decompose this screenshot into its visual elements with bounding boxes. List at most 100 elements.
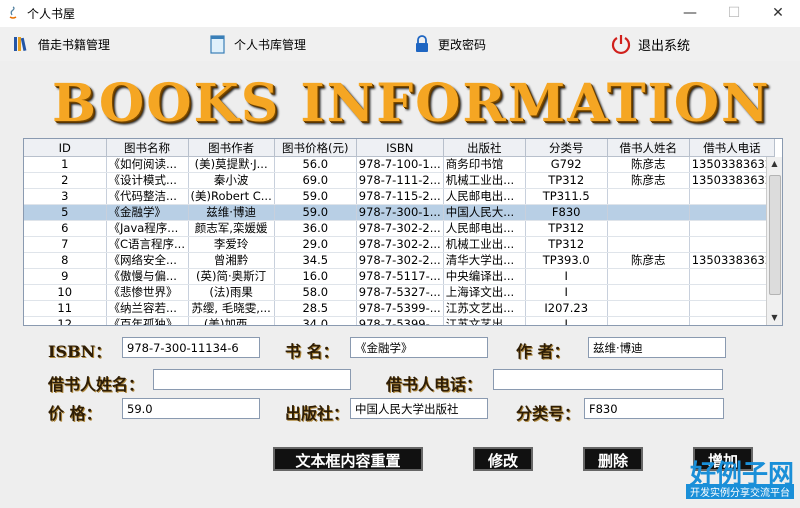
table-cell: 2 <box>24 172 107 189</box>
table-cell <box>607 188 690 205</box>
table-cell: 59.0 <box>274 188 357 205</box>
table-cell: 陈彦志 <box>607 252 690 269</box>
table-cell: 978-7-5399-... <box>356 316 444 325</box>
column-header[interactable]: 借书人电话 <box>689 139 776 157</box>
publisher-input[interactable] <box>350 398 488 419</box>
borrower-name-label: 借书人姓名： <box>48 375 145 394</box>
books-table[interactable]: ID 图书名称 图书作者 图书价格(元) ISBN 出版社 分类号 借书人姓名 借书人电话 1 《… <box>23 138 783 326</box>
table-cell: 陈彦志 <box>607 156 690 173</box>
table-row[interactable]: 9 《傲慢与偏... (英)简·奥斯汀 16.0 978-7-5117-... 中央编译出… <box>24 268 776 285</box>
lock-icon <box>416 35 428 52</box>
vertical-scrollbar[interactable]: ▲ ▼ <box>766 157 782 325</box>
table-cell: TP312 <box>525 172 608 189</box>
maximize-button[interactable]: ☐ <box>712 0 756 27</box>
isbn-input[interactable] <box>122 337 260 358</box>
table-cell: 清华大学出... <box>443 252 526 269</box>
scroll-thumb[interactable] <box>769 175 781 295</box>
banner-title: BOOKS INFORMATION <box>52 73 771 134</box>
column-header[interactable]: 分类号 <box>525 139 608 157</box>
table-cell: TP393.0 <box>525 252 608 269</box>
table-cell: 978-7-302-2... <box>356 220 444 237</box>
column-header[interactable]: 图书名称 <box>106 139 189 157</box>
table-cell <box>689 268 776 285</box>
menu-label: 借走书籍管理 <box>38 37 111 52</box>
table-row[interactable]: 8 《网络安全... 曾湘黔 34.5 978-7-302-2... 清华大学出... TP… <box>24 252 776 269</box>
table-cell: 商务印书馆 <box>443 156 526 173</box>
table-cell: 《纳兰容若... <box>106 300 189 317</box>
column-header[interactable]: 图书作者 <box>188 139 275 157</box>
table-cell: 中央编译出... <box>443 268 526 285</box>
table-cell: 苏缨, 毛晓雯,... <box>188 300 275 317</box>
publisher-label: 出版社： <box>285 404 350 423</box>
table-cell: 机械工业出... <box>443 236 526 253</box>
table-row[interactable]: 5 《金融学》 兹维·博迪 59.0 978-7-300-1... 中国人民大... F83… <box>24 204 776 221</box>
table-row[interactable]: 6 《Java程序... 颜志军,栾媛媛 36.0 978-7-302-2... 人民邮电… <box>24 220 776 237</box>
table-cell <box>689 300 776 317</box>
table-cell: 69.0 <box>274 172 357 189</box>
title-input[interactable] <box>350 337 488 358</box>
borrower-name-input[interactable] <box>153 369 351 390</box>
table-cell: (英)简·奥斯汀 <box>188 268 275 285</box>
exit-system-menu[interactable]: 退出系统 <box>610 30 690 58</box>
table-row[interactable]: 3 《代码整洁... (美)Robert C... 59.0 978-7-115-2..… <box>24 188 776 205</box>
main-panel: BOOKS INFORMATION ID 图书名称 图书作者 图书价格(元) ISBN 出… <box>0 61 800 508</box>
table-cell: 13503383632 <box>689 156 776 173</box>
table-cell: (美)Robert C... <box>188 188 275 205</box>
column-header[interactable]: 图书价格(元) <box>274 139 357 157</box>
java-app-icon <box>9 6 17 19</box>
category-label: 分类号： <box>516 404 581 423</box>
price-input[interactable] <box>122 398 260 419</box>
table-cell: 《C语言程序... <box>106 236 189 253</box>
table-row[interactable]: 1 《如何阅读... (美)莫提默·J... 56.0 978-7-100-1... 商务… <box>24 156 776 173</box>
reset-fields-button[interactable]: 文本框内容重置 <box>273 447 423 471</box>
table-cell: I <box>525 316 608 325</box>
toolbar: 借走书籍管理 个人书库管理 更改密码 退出系统 <box>0 27 800 61</box>
category-input[interactable] <box>584 398 724 419</box>
table-cell: 29.0 <box>274 236 357 253</box>
table-row[interactable]: 2 《设计模式... 秦小波 69.0 978-7-111-2... 机械工业出... TP… <box>24 172 776 189</box>
scroll-up-icon[interactable]: ▲ <box>767 157 782 171</box>
table-cell: 《网络安全... <box>106 252 189 269</box>
table-cell: 13503383632 <box>689 252 776 269</box>
borrower-phone-input[interactable] <box>493 369 723 390</box>
table-cell <box>689 316 776 325</box>
table-cell: I207.23 <box>525 300 608 317</box>
author-input[interactable] <box>588 337 726 358</box>
personal-library-menu[interactable]: 个人书库管理 <box>208 30 306 58</box>
column-header[interactable]: ISBN <box>356 139 444 157</box>
table-cell: TP312 <box>525 236 608 253</box>
table-cell: 978-7-300-1... <box>356 204 444 221</box>
table-cell: 人民邮电出... <box>443 188 526 205</box>
table-cell: TP312 <box>525 220 608 237</box>
scroll-down-icon[interactable]: ▼ <box>767 311 782 325</box>
table-cell: 978-7-5327-... <box>356 284 444 301</box>
power-icon <box>611 35 631 55</box>
table-cell: 11 <box>24 300 107 317</box>
table-cell: 《傲慢与偏... <box>106 268 189 285</box>
table-cell: 5 <box>24 204 107 221</box>
table-cell: 13503383632 <box>689 172 776 189</box>
table-cell: 16.0 <box>274 268 357 285</box>
table-row[interactable]: 7 《C语言程序... 李爱玲 29.0 978-7-302-2... 机械工业出... T… <box>24 236 776 253</box>
column-header[interactable]: ID <box>24 139 107 157</box>
books-grid[interactable]: ID 图书名称 图书作者 图书价格(元) ISBN 出版社 分类号 借书人姓名 借书人电话 1 《… <box>24 139 776 325</box>
table-cell: (法)雨果 <box>188 284 275 301</box>
minimize-button[interactable]: — <box>668 0 712 27</box>
table-row[interactable]: 10 《悲惨世界》 (法)雨果 58.0 978-7-5327-... 上海译文出... I <box>24 284 776 301</box>
column-header[interactable]: 借书人姓名 <box>607 139 690 157</box>
table-cell <box>689 236 776 253</box>
table-row[interactable]: 11 《纳兰容若... 苏缨, 毛晓雯,... 28.5 978-7-5399-... 江… <box>24 300 776 317</box>
table-cell: 12 <box>24 316 107 325</box>
table-cell: 59.0 <box>274 204 357 221</box>
table-cell: 978-7-302-2... <box>356 252 444 269</box>
table-row[interactable]: 12 《百年孤独》 (美)加西... 34.0 978-7-5399-... 江苏文艺出.… <box>24 316 776 325</box>
modify-button[interactable]: 修改 <box>473 447 533 471</box>
borrowed-books-menu[interactable]: 借走书籍管理 <box>12 30 110 58</box>
menu-label: 退出系统 <box>638 38 691 54</box>
table-cell: 《Java程序... <box>106 220 189 237</box>
table-cell: 上海译文出... <box>443 284 526 301</box>
column-header[interactable]: 出版社 <box>443 139 526 157</box>
change-password-menu[interactable]: 更改密码 <box>412 30 486 58</box>
table-cell: 9 <box>24 268 107 285</box>
close-button[interactable]: ✕ <box>756 0 800 27</box>
